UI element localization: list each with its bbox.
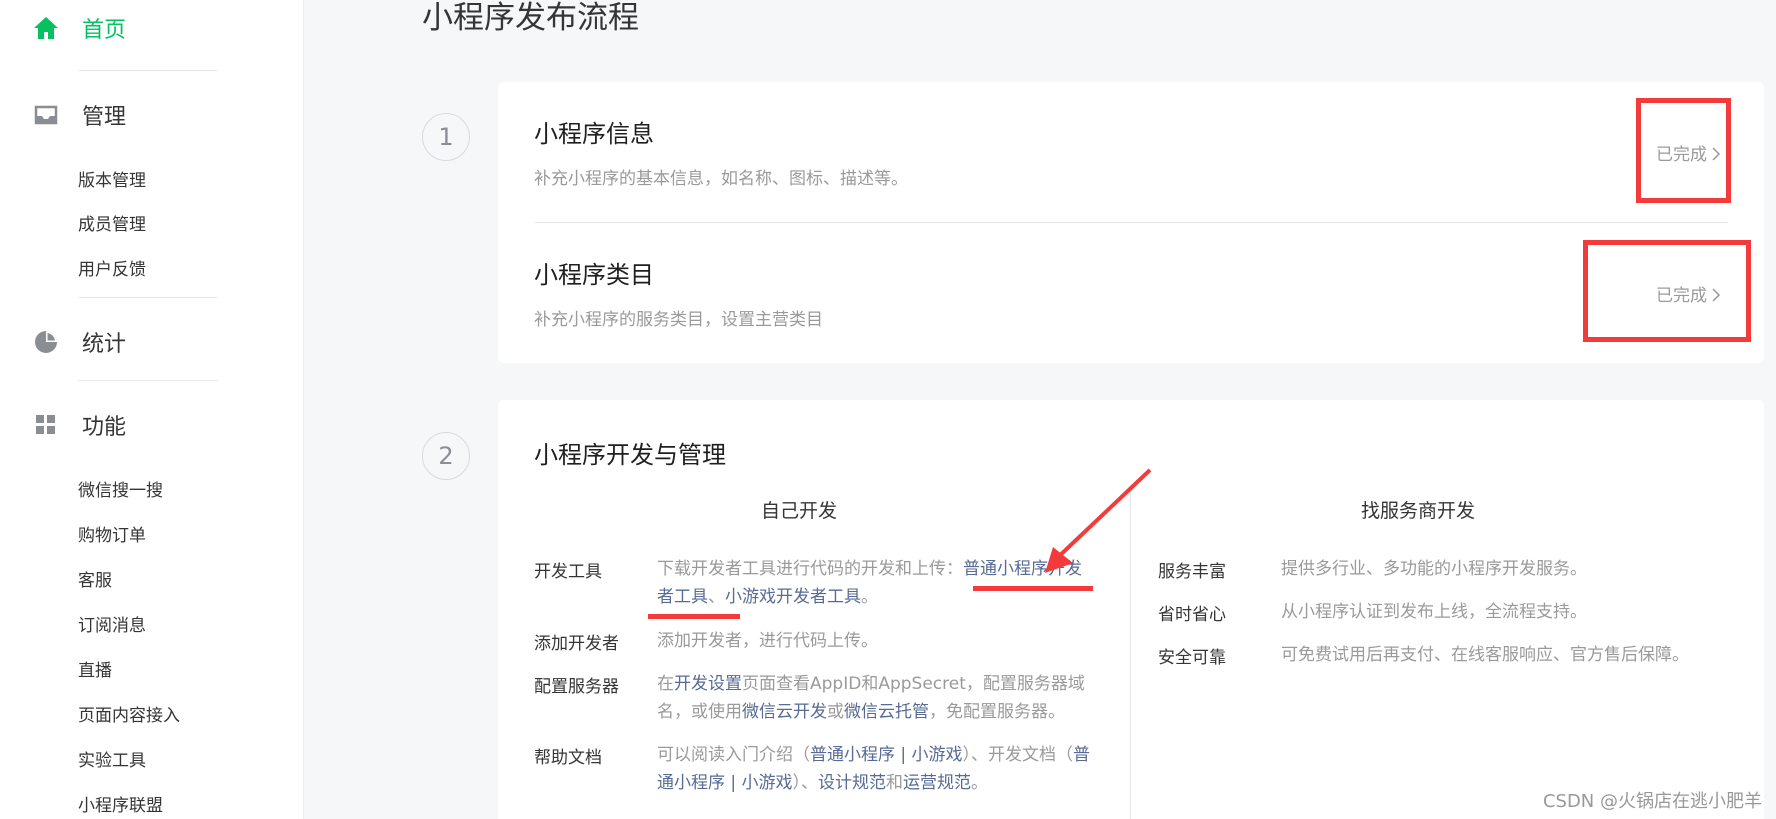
sidebar-item-alliance[interactable]: 小程序联盟 xyxy=(78,791,163,816)
sidebar-item-features[interactable]: 功能 xyxy=(32,407,126,443)
sidebar-item-live[interactable]: 直播 xyxy=(78,656,112,681)
vendor-label: 省时省心 xyxy=(1158,605,1226,625)
sidebar-item-label: 管理 xyxy=(82,105,127,130)
divider xyxy=(78,380,218,381)
sidebar-item-label: 统计 xyxy=(82,332,127,357)
cloud-hosting-link[interactable]: 微信云托管 xyxy=(844,702,929,722)
help-text-3: ）、 xyxy=(792,773,819,793)
vendor-text: 提供多行业、多功能的小程序开发服务。 xyxy=(1281,559,1587,579)
grid-icon xyxy=(32,411,60,439)
sidebar-item-stats[interactable]: 统计 xyxy=(32,324,126,360)
design-spec-link[interactable]: 设计规范 xyxy=(818,773,886,793)
intro-game-link[interactable]: 小游戏 xyxy=(912,745,963,765)
pie-chart-icon xyxy=(32,328,60,356)
add-dev-text: 添加开发者，进行代码上传。 xyxy=(657,631,878,651)
sidebar-item-wechat-search[interactable]: 微信搜一搜 xyxy=(78,476,163,501)
self-dev-heading: 自己开发 xyxy=(760,500,837,522)
vendor-label: 安全可靠 xyxy=(1158,648,1226,668)
separator: 、 xyxy=(708,587,725,607)
sidebar-item-label: 首页 xyxy=(82,18,127,43)
sidebar-item-members[interactable]: 成员管理 xyxy=(78,210,146,235)
help-text-1: 可以阅读入门介绍（ xyxy=(657,745,810,765)
watermark: CSDN @火锅店在逃小肥羊 xyxy=(1542,791,1762,812)
sidebar-item-home[interactable]: 首页 xyxy=(32,10,126,46)
server-text-3: 或 xyxy=(827,702,844,722)
vendor-text: 从小程序认证到发布上线，全流程支持。 xyxy=(1281,602,1587,622)
sidebar-item-experiments[interactable]: 实验工具 xyxy=(78,746,146,771)
help-text-4: 和 xyxy=(886,773,904,793)
step2-title: 小程序开发与管理 xyxy=(534,441,726,469)
sidebar-item-version[interactable]: 版本管理 xyxy=(78,166,146,191)
annotation-arrow xyxy=(1045,468,1152,573)
add-dev-label: 添加开发者 xyxy=(534,634,619,654)
divider xyxy=(534,222,1728,223)
step-number: 1 xyxy=(422,113,470,161)
help-text: 可以阅读入门介绍（普通小程序 | 小游戏）、开发文档（普通小程序 | 小游戏）、… xyxy=(657,741,1097,797)
ops-spec-link[interactable]: 运营规范 xyxy=(903,773,971,793)
home-icon xyxy=(32,14,60,42)
sidebar-item-page-content[interactable]: 页面内容接入 xyxy=(78,701,180,726)
vendor-dev-heading: 找服务商开发 xyxy=(1360,500,1475,522)
separator: | xyxy=(725,773,742,793)
dev-tools-label: 开发工具 xyxy=(534,562,602,582)
main-content: 小程序发布流程 1 小程序信息 补充小程序的基本信息，如名称、图标、描述等。 已… xyxy=(305,0,1776,819)
sidebar-item-feedback[interactable]: 用户反馈 xyxy=(78,255,146,280)
step-number: 2 xyxy=(422,432,470,480)
sidebar-item-customer-service[interactable]: 客服 xyxy=(78,566,112,591)
sidebar-item-manage[interactable]: 管理 xyxy=(32,97,126,133)
info-desc: 补充小程序的基本信息，如名称、图标、描述等。 xyxy=(534,169,908,189)
docs-game-link[interactable]: 小游戏 xyxy=(742,773,793,793)
divider xyxy=(78,297,218,298)
divider xyxy=(78,70,218,71)
dev-tools-link-game[interactable]: 小游戏开发者工具 xyxy=(725,587,861,607)
cloud-dev-link[interactable]: 微信云开发 xyxy=(742,702,827,722)
help-text-5: 。 xyxy=(971,773,989,793)
help-text-2: ）、开发文档（ xyxy=(962,745,1074,765)
sidebar-item-subscribe[interactable]: 订阅消息 xyxy=(78,611,146,636)
category-desc: 补充小程序的服务类目，设置主营类目 xyxy=(534,310,823,330)
sidebar-item-orders[interactable]: 购物订单 xyxy=(78,521,146,546)
sidebar: 首页 管理 版本管理 成员管理 用户反馈 统计 功能 微信搜一搜 购物订单 客服… xyxy=(0,0,304,819)
step2-card: 小程序开发与管理 自己开发 找服务商开发 开发工具 下载开发者工具进行代码的开发… xyxy=(498,400,1764,819)
period: 。 xyxy=(861,587,878,607)
server-text-4: ，免配置服务器。 xyxy=(929,702,1065,722)
info-title: 小程序信息 xyxy=(534,120,654,148)
annotation-box xyxy=(1636,98,1731,203)
page-title: 小程序发布流程 xyxy=(422,0,639,36)
vendor-label: 服务丰富 xyxy=(1158,562,1226,582)
category-title: 小程序类目 xyxy=(534,261,654,289)
dev-settings-link[interactable]: 开发设置 xyxy=(674,674,742,694)
intro-mini-link[interactable]: 普通小程序 xyxy=(810,745,895,765)
server-label: 配置服务器 xyxy=(534,677,619,697)
annotation-box xyxy=(1583,240,1751,342)
help-label: 帮助文档 xyxy=(534,748,602,768)
separator: | xyxy=(895,745,912,765)
annotation-underline xyxy=(648,614,740,619)
step1-card: 小程序信息 补充小程序的基本信息，如名称、图标、描述等。 已完成 小程序类目 补… xyxy=(498,82,1764,363)
sidebar-item-label: 功能 xyxy=(82,415,127,440)
inbox-icon xyxy=(32,101,60,129)
server-text-1: 在 xyxy=(657,674,674,694)
server-text: 在开发设置页面查看AppID和AppSecret，配置服务器域名，或使用微信云开… xyxy=(657,670,1097,726)
dev-tools-desc: 下载开发者工具进行代码的开发和上传： xyxy=(657,559,963,579)
vendor-text: 可免费试用后再支付、在线客服响应、官方售后保障。 xyxy=(1281,645,1689,665)
